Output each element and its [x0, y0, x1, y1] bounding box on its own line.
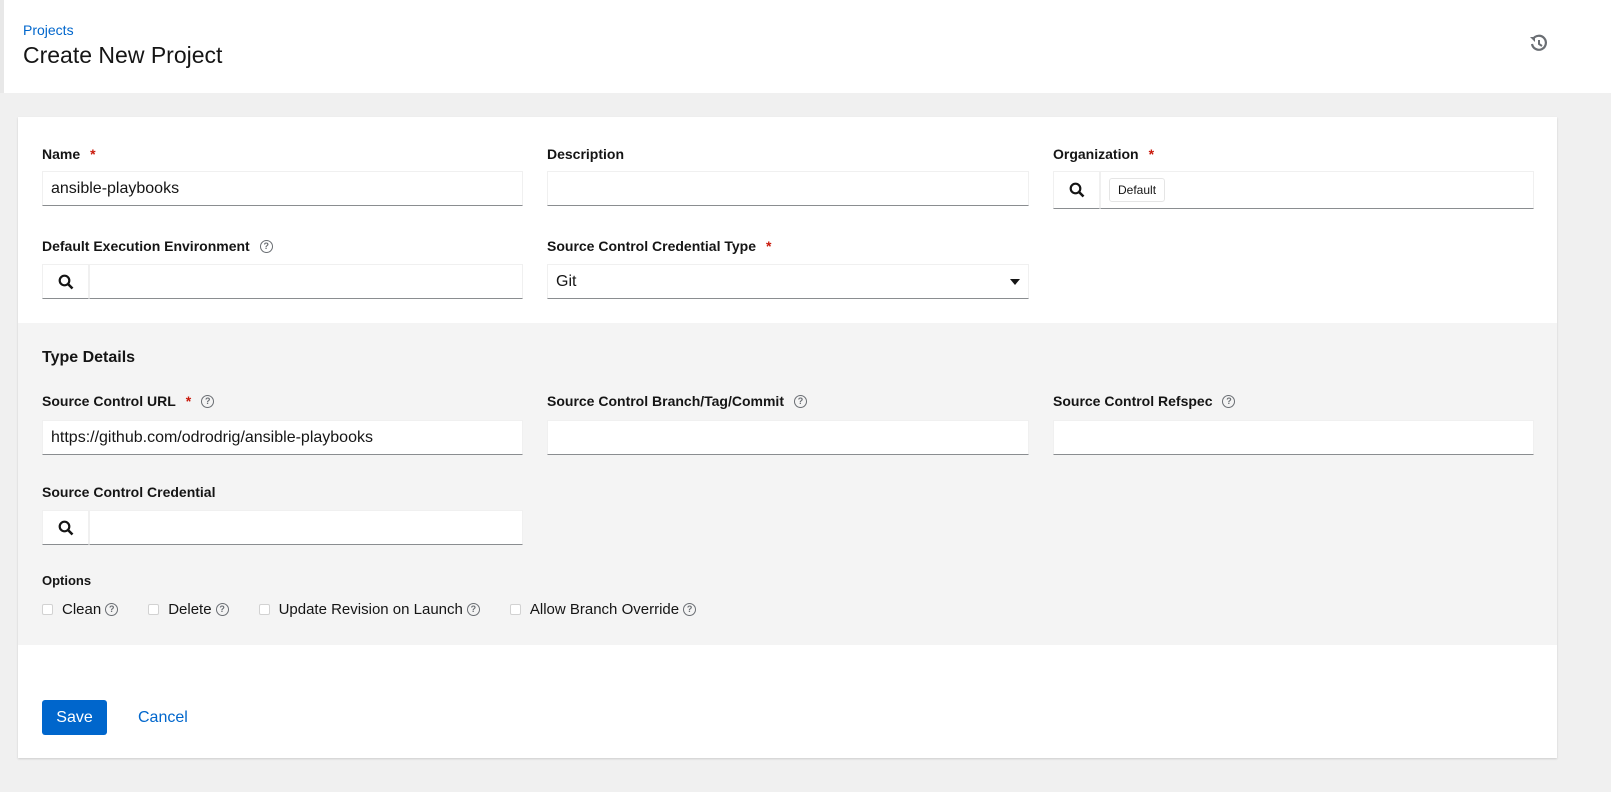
selected-value: Git — [556, 272, 577, 290]
scm-url-label: Source Control URL *? — [42, 393, 215, 409]
execution-environment-lookup — [42, 264, 523, 299]
required-marker: * — [185, 393, 192, 409]
organization-field[interactable]: Default — [1100, 171, 1534, 209]
option-update-revision[interactable]: Update Revision on Launch? — [258, 601, 480, 618]
organization-label: Organization * — [1053, 146, 1154, 162]
organization-chip: Default — [1109, 178, 1166, 202]
caret-down-icon — [1010, 278, 1020, 285]
scm-credential-label: Source Control Credential — [42, 484, 216, 500]
organization-search-button[interactable] — [1053, 171, 1100, 209]
search-icon — [1069, 182, 1084, 198]
history-icon[interactable] — [1529, 34, 1549, 54]
checkbox[interactable] — [42, 604, 53, 615]
page-title: Create New Project — [23, 42, 223, 68]
scm-url-input[interactable] — [42, 420, 523, 455]
search-icon — [58, 520, 73, 535]
name-input[interactable] — [42, 171, 523, 206]
scm-credential-lookup — [42, 510, 523, 545]
option-label: Delete — [168, 601, 212, 618]
scm-branch-label: Source Control Branch/Tag/Commit? — [547, 393, 807, 409]
description-label: Description — [547, 146, 625, 162]
option-allow-branch-override[interactable]: Allow Branch Override? — [509, 601, 697, 618]
checkbox[interactable] — [509, 604, 521, 615]
options-group: Clean? Delete? Update Revision on Launch… — [42, 601, 726, 618]
option-label: Clean — [62, 601, 102, 618]
help-icon[interactable]: ? — [259, 239, 273, 253]
breadcrumb-projects[interactable]: Projects — [23, 22, 74, 38]
label-text: Source Control Branch/Tag/Commit — [547, 393, 784, 409]
label-text: Source Control URL — [42, 393, 176, 409]
save-button[interactable]: Save — [42, 700, 107, 735]
checkbox[interactable] — [148, 604, 160, 615]
execution-environment-label: Default Execution Environment? — [42, 238, 273, 254]
label-text: Source Control Refspec — [1053, 393, 1213, 409]
label-text: Source Control Credential Type — [547, 238, 756, 254]
help-icon[interactable]: ? — [466, 603, 480, 616]
required-marker: * — [1148, 146, 1155, 162]
search-icon — [58, 274, 73, 289]
option-clean[interactable]: Clean? — [42, 601, 119, 618]
checkbox[interactable] — [258, 604, 270, 615]
options-label: Options — [42, 573, 92, 588]
help-icon[interactable]: ? — [105, 603, 119, 616]
option-label: Update Revision on Launch — [278, 601, 463, 618]
label-text: Name — [42, 146, 81, 162]
scm-type-select[interactable]: Git — [547, 264, 1029, 299]
label-text: Organization — [1053, 146, 1139, 162]
option-label: Allow Branch Override — [529, 601, 680, 618]
help-icon[interactable]: ? — [201, 394, 215, 408]
option-delete[interactable]: Delete? — [148, 601, 229, 618]
page-header: Projects Create New Project — [0, 0, 1611, 93]
project-form: Name * Description Organization * Default … — [18, 117, 1557, 758]
scm-type-label: Source Control Credential Type * — [547, 238, 771, 254]
scm-branch-input[interactable] — [547, 420, 1029, 455]
type-details-section — [18, 323, 1557, 645]
scm-refspec-label: Source Control Refspec? — [1053, 393, 1236, 409]
organization-lookup: Default — [1053, 171, 1534, 209]
label-text: Default Execution Environment — [42, 238, 250, 254]
name-label: Name * — [42, 146, 96, 162]
type-details-heading: Type Details — [42, 349, 136, 366]
cancel-button[interactable]: Cancel — [138, 709, 188, 727]
description-input[interactable] — [547, 171, 1029, 206]
help-icon[interactable]: ? — [683, 603, 697, 616]
scm-refspec-input[interactable] — [1053, 420, 1534, 455]
help-icon[interactable]: ? — [793, 394, 807, 408]
required-marker: * — [766, 238, 772, 254]
execution-environment-field[interactable] — [89, 264, 523, 299]
scm-credential-search-button[interactable] — [42, 510, 89, 545]
help-icon[interactable]: ? — [1222, 394, 1236, 408]
help-icon[interactable]: ? — [215, 603, 229, 616]
scm-credential-field[interactable] — [89, 510, 523, 545]
required-marker: * — [90, 146, 96, 162]
execution-environment-search-button[interactable] — [42, 264, 89, 299]
